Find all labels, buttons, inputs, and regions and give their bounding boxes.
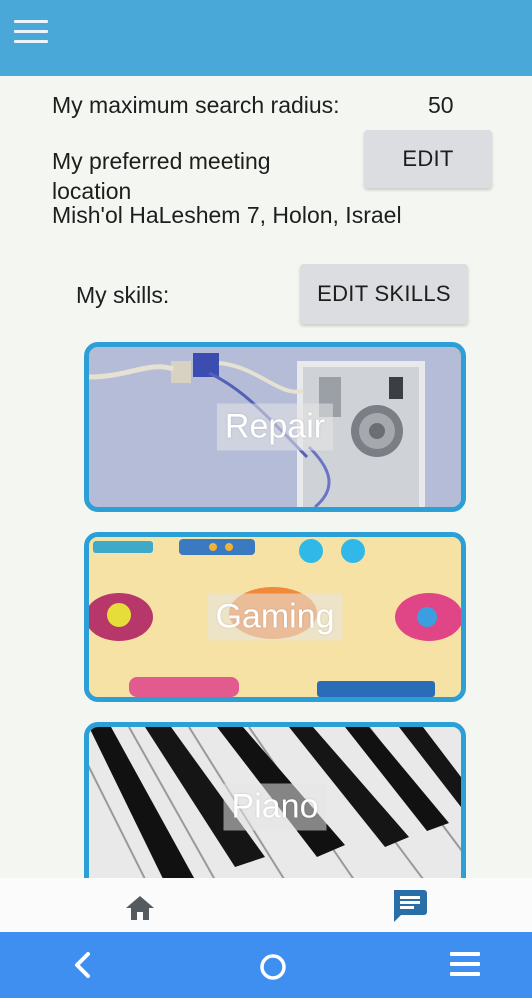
skills-label: My skills: (76, 282, 170, 308)
home-icon[interactable] (124, 894, 156, 922)
meeting-location-label: My preferred meeting location (52, 148, 271, 200)
skill-name: Repair (216, 403, 334, 451)
skill-name: Gaming (207, 593, 343, 641)
search-radius-value: 50 (428, 92, 454, 118)
edit-skills-button[interactable]: EDIT SKILLS (300, 264, 468, 324)
chat-icon[interactable] (390, 888, 428, 924)
profile-content: My maximum search radius: 50 My preferre… (0, 76, 532, 878)
bottom-navigation (0, 878, 532, 932)
home-circle-icon[interactable] (258, 952, 288, 982)
app-bar (0, 0, 532, 76)
meeting-location-address: Mish'ol HaLeshem 7, Holon, Israel (52, 202, 402, 228)
skill-name: Piano (223, 783, 327, 831)
search-radius-label: My maximum search radius: (52, 92, 340, 118)
skill-card-piano[interactable]: Piano (84, 722, 466, 878)
skill-card-gaming[interactable]: Gaming (84, 532, 466, 702)
back-icon[interactable] (68, 950, 98, 980)
edit-location-button[interactable]: EDIT (364, 130, 492, 188)
skill-card-repair[interactable]: Repair (84, 342, 466, 512)
system-navigation-bar (0, 932, 532, 998)
hamburger-menu-icon[interactable] (14, 20, 48, 46)
menu-icon[interactable] (450, 952, 480, 978)
